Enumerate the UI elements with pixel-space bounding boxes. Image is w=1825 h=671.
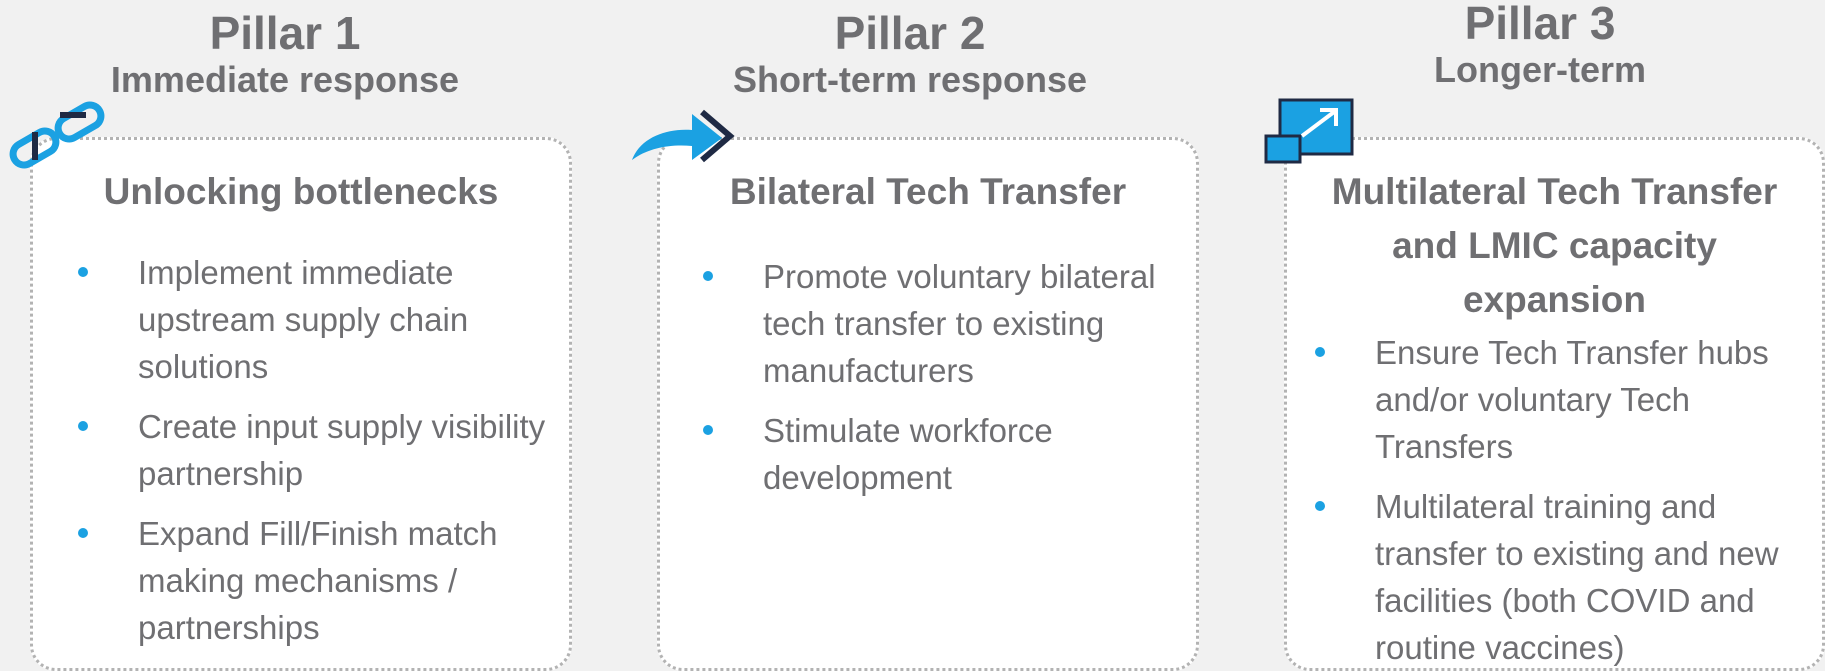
bullet-dot-icon bbox=[703, 425, 713, 435]
expand-icon bbox=[1264, 96, 1356, 166]
pillar-3-card: Multilateral Tech Transfer and LMIC capa… bbox=[1284, 137, 1825, 671]
bullet-text: Ensure Tech Transfer hubs and/or volunta… bbox=[1375, 334, 1769, 465]
list-item: Implement immediate upstream supply chai… bbox=[78, 249, 549, 390]
pillar-3-bullet-list: Ensure Tech Transfer hubs and/or volunta… bbox=[1287, 329, 1822, 671]
bullet-dot-icon bbox=[78, 528, 88, 538]
bullet-dot-icon bbox=[703, 271, 713, 281]
list-item: Expand Fill/Finish match making mechanis… bbox=[78, 510, 549, 651]
bullet-dot-icon bbox=[1315, 501, 1325, 511]
pillar-3-card-title: Multilateral Tech Transfer and LMIC capa… bbox=[1331, 171, 1778, 320]
bullet-dot-icon bbox=[78, 421, 88, 431]
bullet-text: Stimulate workforce development bbox=[763, 412, 1053, 496]
pillar-1-subtitle: Immediate response bbox=[110, 59, 460, 100]
pillar-2-card: Bilateral Tech Transfer Promote voluntar… bbox=[657, 137, 1199, 671]
pillar-1-bullet-list: Implement immediate upstream supply chai… bbox=[33, 249, 569, 651]
pillar-3-number: Pillar 3 bbox=[1464, 0, 1616, 49]
list-item: Multilateral training and transfer to ex… bbox=[1315, 483, 1812, 671]
pillar-1-card: Unlocking bottlenecks Implement immediat… bbox=[30, 137, 572, 671]
pillar-3-header: Pillar 3 Longer-term bbox=[1315, 0, 1765, 92]
list-item: Stimulate workforce development bbox=[703, 407, 1176, 501]
pillar-3-subtitle: Longer-term bbox=[1433, 49, 1646, 90]
pillar-2-card-title: Bilateral Tech Transfer bbox=[729, 171, 1127, 212]
bullet-dot-icon bbox=[78, 267, 88, 277]
pillar-1-card-title: Unlocking bottlenecks bbox=[103, 171, 499, 212]
list-item: Promote voluntary bilateral tech transfe… bbox=[703, 253, 1176, 394]
pillar-1-number: Pillar 1 bbox=[209, 7, 361, 59]
pillar-1-header: Pillar 1 Immediate response bbox=[60, 8, 510, 102]
pillar-2-number: Pillar 2 bbox=[834, 7, 986, 59]
chain-link-icon bbox=[6, 98, 108, 172]
list-item: Create input supply visibility partnersh… bbox=[78, 403, 549, 497]
pillar-2-bullet-list: Promote voluntary bilateral tech transfe… bbox=[660, 253, 1196, 501]
list-item: Ensure Tech Transfer hubs and/or volunta… bbox=[1315, 329, 1812, 470]
bullet-text: Create input supply visibility partnersh… bbox=[138, 408, 546, 492]
bullet-text: Promote voluntary bilateral tech transfe… bbox=[763, 258, 1156, 389]
forward-arrow-icon bbox=[630, 108, 736, 164]
bullet-text: Implement immediate upstream supply chai… bbox=[138, 254, 469, 385]
bullet-dot-icon bbox=[1315, 347, 1325, 357]
pillar-2-header: Pillar 2 Short-term response bbox=[685, 8, 1135, 102]
bullet-text: Multilateral training and transfer to ex… bbox=[1375, 488, 1779, 666]
bullet-text: Expand Fill/Finish match making mechanis… bbox=[138, 515, 498, 646]
pillar-2-subtitle: Short-term response bbox=[732, 59, 1088, 100]
